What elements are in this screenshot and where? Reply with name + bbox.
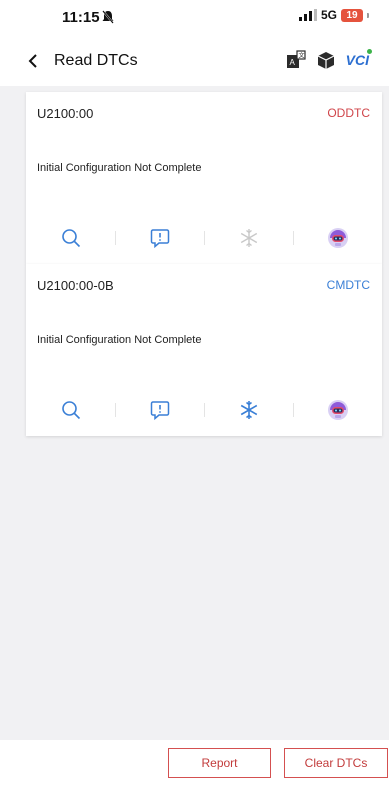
cube-icon[interactable] xyxy=(316,50,336,70)
dtc-card-actions xyxy=(26,224,382,252)
page-title: Read DTCs xyxy=(54,52,138,69)
robot-icon xyxy=(327,400,348,420)
nav-actions: A 文 VCI xyxy=(286,49,372,70)
snowflake-icon xyxy=(240,401,257,419)
comment-icon xyxy=(150,401,169,421)
translate-icon[interactable]: A 文 xyxy=(286,50,306,70)
dtc-search-button[interactable] xyxy=(26,396,115,424)
bell-muted-icon xyxy=(102,10,114,24)
dtc-freeze-frame-button[interactable] xyxy=(204,224,293,252)
status-indicators: 5G 19 xyxy=(298,8,369,22)
svg-text:文: 文 xyxy=(298,52,304,60)
dtc-card-actions xyxy=(26,396,382,424)
dtc-type: ODDTC xyxy=(327,106,370,120)
dtc-code: U2100:00 xyxy=(37,106,94,121)
snowflake-icon xyxy=(240,229,257,247)
network-label: 5G xyxy=(320,8,337,22)
dtc-card[interactable]: U2100:00-0B CMDTC Initial Configuration … xyxy=(26,264,382,436)
dtc-type: CMDTC xyxy=(326,278,370,292)
dtc-search-button[interactable] xyxy=(26,224,115,252)
dtc-assistant-button[interactable] xyxy=(293,224,382,252)
battery-icon: 19 xyxy=(341,8,363,22)
dtc-list: U2100:00 ODDTC Initial Configuration Not… xyxy=(0,86,389,740)
nav-bar: Read DTCs A 文 VCI xyxy=(0,44,389,78)
back-chevron-icon[interactable] xyxy=(26,53,40,69)
search-icon xyxy=(61,229,80,248)
signal-icon xyxy=(298,9,317,21)
status-time: 11:15 xyxy=(62,9,100,26)
comment-icon xyxy=(150,229,169,249)
search-icon xyxy=(61,401,80,420)
robot-icon xyxy=(327,228,348,248)
dtc-freeze-frame-button[interactable] xyxy=(204,396,293,424)
battery-nub xyxy=(367,12,369,18)
dtc-assistant-button[interactable] xyxy=(293,396,382,424)
dtc-description: Initial Configuration Not Complete xyxy=(37,162,202,174)
dtc-description: Initial Configuration Not Complete xyxy=(37,334,202,346)
status-bar: 11:15 5G 19 xyxy=(0,0,389,36)
battery-level: 19 xyxy=(346,9,358,21)
clear-dtcs-button[interactable]: Clear DTCs xyxy=(284,748,388,778)
vci-connected-dot xyxy=(367,49,372,54)
report-button[interactable]: Report xyxy=(168,748,271,778)
dtc-card[interactable]: U2100:00 ODDTC Initial Configuration Not… xyxy=(26,92,382,264)
dtc-comment-button[interactable] xyxy=(115,396,204,424)
bottom-action-bar: Report Clear DTCs xyxy=(0,740,389,785)
vci-status-icon[interactable]: VCI xyxy=(345,49,372,68)
dtc-code: U2100:00-0B xyxy=(37,278,114,293)
vci-label: VCI xyxy=(345,52,369,68)
svg-text:A: A xyxy=(289,58,295,67)
dtc-comment-button[interactable] xyxy=(115,224,204,252)
